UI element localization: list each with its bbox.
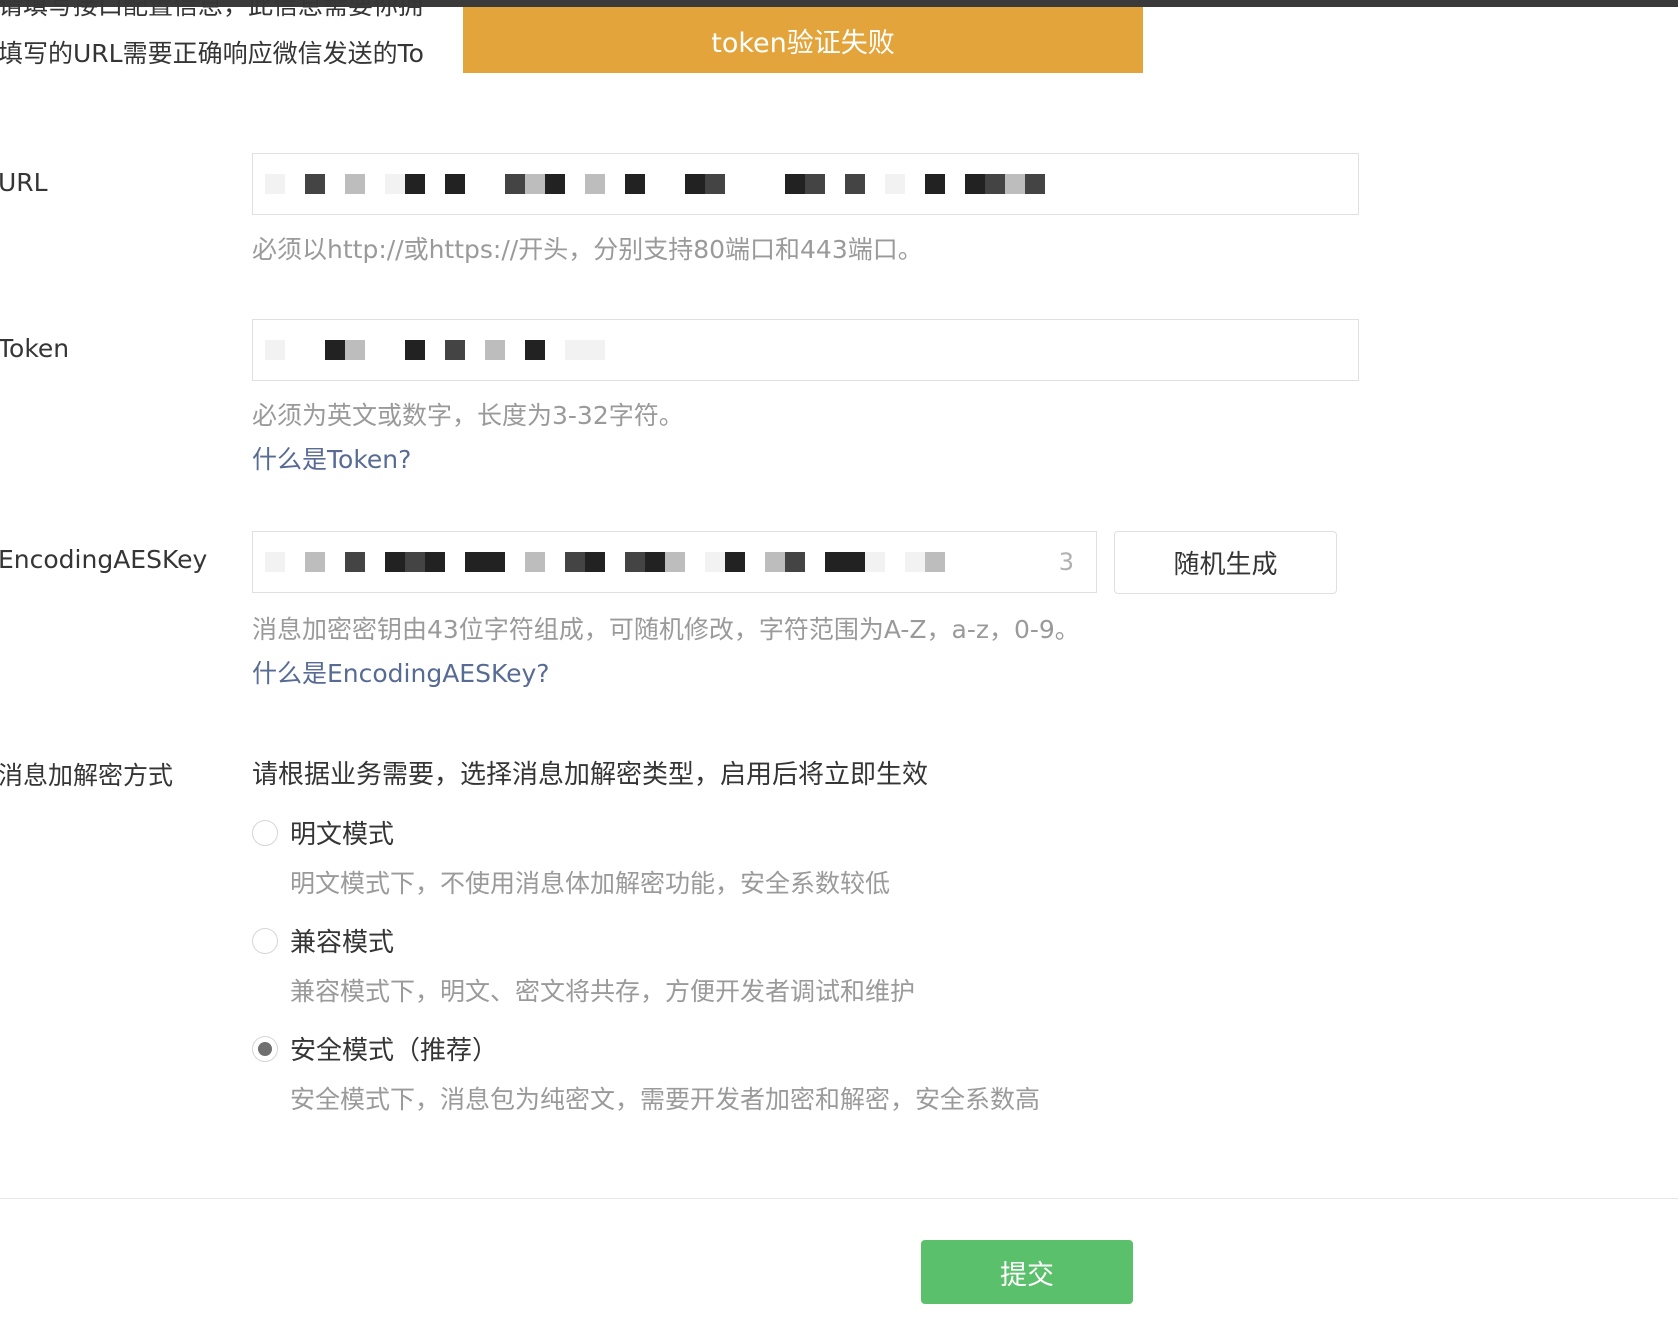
encryption-mode-title: 请根据业务需要，选择消息加解密类型，启用后将立即生效: [252, 760, 929, 790]
radio-desc-plaintext: 明文模式下，不使用消息体加解密功能，安全系数较低: [290, 869, 891, 898]
error-toast: token验证失败: [463, 7, 1143, 73]
radio-unchecked-icon[interactable]: [252, 927, 278, 954]
what-is-token-link[interactable]: 什么是Token?: [252, 440, 411, 476]
radio-label-plaintext: 明文模式: [290, 820, 395, 850]
aeskey-hint: 消息加密密钥由43位字符组成，可随机修改，字符范围为A-Z，a-z，0-9。: [252, 615, 1080, 644]
radio-desc-compatible: 兼容模式下，明文、密文将共存，方便开发者调试和维护: [290, 977, 916, 1006]
token-input[interactable]: [252, 319, 1359, 381]
toast-message: token验证失败: [711, 27, 895, 59]
intro-text-line2: 填写的URL需要正确响应微信发送的To: [0, 39, 424, 68]
aeskey-value-redacted: [265, 532, 945, 592]
footer-divider: [0, 1198, 1678, 1199]
radio-label-secure: 安全模式（推荐）: [290, 1036, 499, 1066]
encryption-mode-label: 消息加解密方式: [0, 761, 174, 790]
url-hint: 必须以http://或https://开头，分别支持80端口和443端口。: [252, 235, 923, 264]
aeskey-input[interactable]: 3: [252, 531, 1097, 593]
radio-secure-mode[interactable]: 安全模式（推荐）: [252, 1030, 498, 1067]
radio-unchecked-icon[interactable]: [252, 819, 278, 846]
url-value-redacted: [265, 154, 1045, 214]
aeskey-label: EncodingAESKey: [0, 545, 208, 574]
url-input[interactable]: [252, 153, 1359, 215]
aeskey-value-tail: 3: [1058, 548, 1074, 576]
radio-compatible-mode[interactable]: 兼容模式: [252, 922, 394, 959]
random-generate-button[interactable]: 随机生成: [1114, 531, 1337, 594]
radio-label-compatible: 兼容模式: [290, 928, 395, 958]
radio-checked-icon[interactable]: [252, 1035, 278, 1062]
radio-plaintext-mode[interactable]: 明文模式: [252, 814, 394, 851]
what-is-aeskey-link[interactable]: 什么是EncodingAESKey?: [252, 654, 550, 690]
token-value-redacted: [265, 320, 605, 380]
url-label: URL: [0, 168, 48, 197]
token-label: Token: [0, 334, 70, 363]
radio-desc-secure: 安全模式下，消息包为纯密文，需要开发者加密和解密，安全系数高: [290, 1085, 1041, 1114]
intro-text-line1: 请填写接口配置信息，此信息需要你拥: [0, 0, 424, 20]
token-hint: 必须为英文或数字，长度为3-32字符。: [252, 401, 684, 430]
submit-button[interactable]: 提交: [921, 1240, 1133, 1304]
radio-dot: [258, 1041, 272, 1056]
